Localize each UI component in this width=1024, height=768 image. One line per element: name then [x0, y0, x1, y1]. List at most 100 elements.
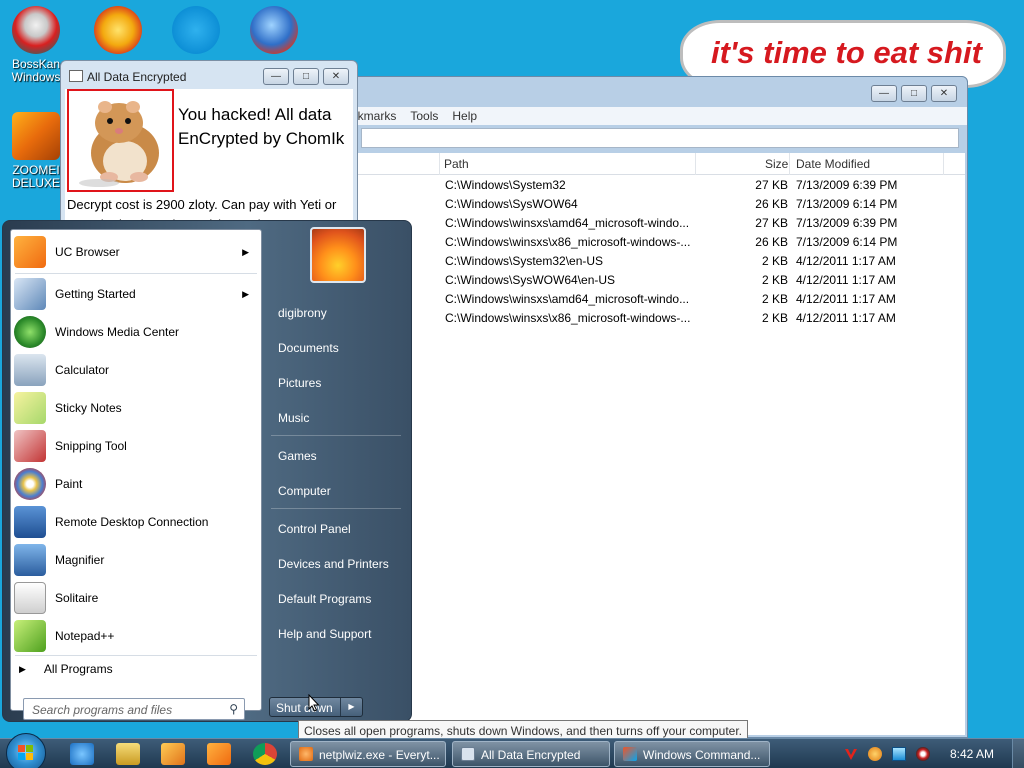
- column-path[interactable]: Path: [444, 157, 469, 171]
- notepadpp-icon: [14, 620, 46, 652]
- maximize-button[interactable]: □: [293, 68, 319, 85]
- start-right-computer[interactable]: Computer: [278, 484, 331, 498]
- v-tray-icon[interactable]: [844, 747, 858, 761]
- row-date: 4/12/2011 1:17 AM: [796, 311, 896, 325]
- desktop-icon-label: ZOOMEI DELUXE: [11, 163, 61, 190]
- desktop-icon-bosskan[interactable]: BossKan Windows: [4, 6, 68, 84]
- table-row[interactable]: C:\Windows\winsxs\x86_microsoft-windows-…: [335, 233, 965, 252]
- solitaire-icon: [14, 582, 46, 614]
- start-right-devices[interactable]: Devices and Printers: [278, 557, 389, 571]
- menu-help[interactable]: Help: [452, 107, 491, 125]
- menu-tools[interactable]: Tools: [410, 107, 452, 125]
- close-button[interactable]: ✕: [323, 68, 349, 85]
- show-desktop-button[interactable]: [1012, 739, 1024, 768]
- search-input[interactable]: [361, 128, 959, 148]
- start-right-default-programs[interactable]: Default Programs: [278, 592, 371, 606]
- table-row[interactable]: C:\Windows\winsxs\amd64_microsoft-windo.…: [335, 290, 965, 309]
- column-separator[interactable]: [943, 153, 944, 175]
- uc-browser-icon: [14, 236, 46, 268]
- table-row[interactable]: C:\Windows\winsxs\x86_microsoft-windows-…: [335, 309, 965, 328]
- table-row[interactable]: C:\Windows\SysWOW64 26 KB 7/13/2009 6:14…: [335, 195, 965, 214]
- start-item-media-center[interactable]: Windows Media Center: [11, 313, 261, 351]
- desktop-icon-skype[interactable]: [164, 6, 228, 58]
- start-item-solitaire[interactable]: Solitaire: [11, 579, 261, 617]
- start-menu[interactable]: UC Browser ▶ Getting Started ▶ Windows M…: [2, 220, 412, 722]
- start-item-sticky-notes[interactable]: Sticky Notes: [11, 389, 261, 427]
- start-right-user[interactable]: digibrony: [278, 306, 327, 320]
- column-size[interactable]: Size: [765, 157, 788, 171]
- start-item-calculator[interactable]: Calculator: [11, 351, 261, 389]
- maximize-button[interactable]: □: [901, 85, 927, 102]
- search-tray-icon[interactable]: [868, 747, 882, 761]
- start-right-documents[interactable]: Documents: [278, 341, 339, 355]
- taskbar-task-command[interactable]: Windows Command...: [614, 741, 770, 767]
- submenu-arrow-icon: ▶: [242, 288, 249, 299]
- start-button[interactable]: [6, 733, 46, 768]
- start-item-uc-browser[interactable]: UC Browser ▶: [11, 233, 261, 271]
- table-row[interactable]: C:\Windows\winsxs\amd64_microsoft-windo.…: [335, 214, 965, 233]
- all-programs-button[interactable]: ▶ All Programs: [19, 662, 113, 676]
- minimize-button[interactable]: —: [263, 68, 289, 85]
- start-item-label: Windows Media Center: [55, 325, 180, 339]
- row-size: 2 KB: [761, 273, 788, 287]
- start-item-remote-desktop[interactable]: Remote Desktop Connection: [11, 503, 261, 541]
- menu-bookmarks[interactable]: okmarks: [351, 107, 410, 125]
- start-item-paint[interactable]: Paint: [11, 465, 261, 503]
- start-right-games[interactable]: Games: [278, 449, 317, 463]
- start-menu-programs: UC Browser ▶ Getting Started ▶ Windows M…: [10, 229, 262, 720]
- hamster-image: [67, 89, 174, 192]
- column-date-modified[interactable]: Date Modified: [796, 157, 870, 171]
- window-controls: — □ ✕: [871, 85, 957, 102]
- start-item-snipping-tool[interactable]: Snipping Tool: [11, 427, 261, 465]
- user-avatar[interactable]: [310, 227, 366, 283]
- network-tray-icon[interactable]: [892, 747, 906, 761]
- row-date: 4/12/2011 1:17 AM: [796, 292, 896, 306]
- start-item-notepadpp[interactable]: Notepad++: [11, 617, 261, 655]
- start-item-label: Calculator: [55, 363, 110, 377]
- search-results-window[interactable]: — □ ✕ okmarks Tools Help Path Size Date …: [330, 76, 968, 738]
- row-path: C:\Windows\winsxs\x86_microsoft-windows-…: [445, 311, 691, 325]
- bosskan-icon: [12, 6, 60, 54]
- column-separator[interactable]: [789, 153, 790, 175]
- taskbar-task-everything[interactable]: netplwiz.exe - Everyt...: [290, 741, 446, 767]
- ransom-window[interactable]: All Data Encrypted — □ ✕ You hacked! All…: [60, 60, 358, 230]
- row-date: 7/13/2009 6:14 PM: [796, 235, 898, 249]
- media-player-icon[interactable]: [161, 743, 185, 765]
- start-item-getting-started[interactable]: Getting Started ▶: [11, 275, 261, 313]
- table-row[interactable]: C:\Windows\System32\en-US 2 KB 4/12/2011…: [335, 252, 965, 271]
- start-item-label: Getting Started: [55, 287, 136, 301]
- chrome-icon[interactable]: [253, 743, 277, 765]
- column-separator[interactable]: [695, 153, 696, 175]
- start-item-magnifier[interactable]: Magnifier: [11, 541, 261, 579]
- volume-tray-icon[interactable]: [916, 747, 930, 761]
- window-controls: — □ ✕: [263, 68, 349, 85]
- row-size: 27 KB: [755, 178, 788, 192]
- file-explorer-icon[interactable]: [116, 743, 140, 765]
- start-item-label: Solitaire: [55, 591, 99, 605]
- everything-search-icon: [299, 747, 313, 761]
- sticky-notes-icon: [14, 392, 46, 424]
- shutdown-options-arrow[interactable]: ▶: [340, 698, 362, 716]
- close-button[interactable]: ✕: [931, 85, 957, 102]
- table-row[interactable]: C:\Windows\System32 27 KB 7/13/2009 6:39…: [335, 176, 965, 195]
- column-separator[interactable]: [439, 153, 440, 175]
- table-row[interactable]: C:\Windows\SysWOW64\en-US 2 KB 4/12/2011…: [335, 271, 965, 290]
- desktop-icon-p[interactable]: [86, 6, 150, 58]
- snipping-tool-icon: [14, 430, 46, 462]
- search-placeholder: Search programs and files: [32, 703, 173, 717]
- start-item-label: Snipping Tool: [55, 439, 127, 453]
- desktop-icon-zoome[interactable]: ZOOMEI DELUXE: [4, 112, 68, 190]
- desktop-icon-globe[interactable]: [242, 6, 306, 58]
- remote-desktop-icon: [14, 506, 46, 538]
- internet-explorer-icon[interactable]: [70, 743, 94, 765]
- taskbar-task-all-data-encrypted[interactable]: All Data Encrypted: [452, 741, 610, 767]
- start-right-pictures[interactable]: Pictures: [278, 376, 321, 390]
- clock[interactable]: 8:42 AM: [950, 747, 994, 761]
- minimize-button[interactable]: —: [871, 85, 897, 102]
- uc-browser-taskbar-icon[interactable]: [207, 743, 231, 765]
- start-search-input[interactable]: Search programs and files ⚲: [23, 698, 245, 720]
- row-path: C:\Windows\SysWOW64: [445, 197, 578, 211]
- start-right-control-panel[interactable]: Control Panel: [278, 522, 351, 536]
- start-right-music[interactable]: Music: [278, 411, 309, 425]
- start-right-help[interactable]: Help and Support: [278, 627, 371, 641]
